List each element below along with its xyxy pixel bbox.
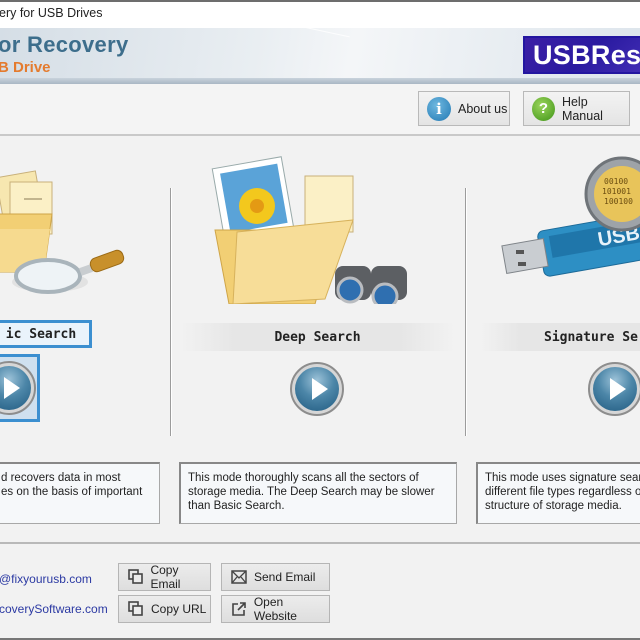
about-us-button[interactable]: i About us [418,91,510,126]
send-email-button[interactable]: Send Email [221,563,330,591]
title-bar: ery for USB Drives [0,0,640,28]
svg-text:101001: 101001 [602,187,631,196]
app-name: or Recovery [0,32,129,57]
support-email-link[interactable]: @fixyourusb.com [0,572,92,586]
copy-url-label: Copy URL [151,602,207,616]
recovery-modes-panel: USB 00100 101001 100100 ic Search Deep S… [0,136,640,540]
column-divider [170,188,171,436]
about-us-label: About us [458,101,508,116]
basic-search-description: d recovers data in most es on the basis … [0,462,160,524]
play-icon [593,367,637,411]
contact-footer: @fixyourusb.com coverySoftware.com Copy … [0,542,640,640]
deep-search-label: Deep Search [180,323,455,351]
window-title: ery for USB Drives [0,6,103,20]
signature-search-start-button[interactable] [588,362,640,416]
envelope-icon [230,569,248,585]
brand-logo: USBRes [523,36,640,74]
column-divider [465,188,466,436]
help-manual-label: Help Manual [561,94,603,123]
website-link[interactable]: coverySoftware.com [0,602,108,616]
folder-binoculars-icon [211,156,407,304]
external-link-icon [230,601,248,617]
help-icon: ? [532,96,555,121]
signature-search-label: Signature Se [480,323,640,351]
basic-search-label[interactable]: ic Search [0,320,92,348]
brand-logo-text: USBRes [533,40,640,70]
svg-text:100100: 100100 [604,197,633,206]
help-manual-button[interactable]: ? Help Manual [523,91,630,126]
copy-email-button[interactable]: Copy Email [118,563,211,591]
open-website-button[interactable]: Open Website [221,595,330,623]
copy-email-label: Copy Email [150,563,181,591]
svg-text:00100: 00100 [604,177,628,186]
signature-search-description: This mode uses signature searc different… [476,462,640,524]
open-website-label: Open Website [253,595,297,623]
deep-search-start-button[interactable] [290,362,344,416]
copy-url-button[interactable]: Copy URL [118,595,211,623]
copy-icon [127,601,145,617]
toolbar: i About us ? Help Manual [0,84,640,136]
folder-magnifier-icon [0,170,125,294]
deep-search-text: Deep Search [274,329,361,345]
app-banner: or Recovery B Drive USBRes [0,28,640,84]
play-icon [295,367,339,411]
usb-drive-icon: USB 00100 101001 100100 [501,156,640,277]
copy-icon [127,569,144,585]
basic-search-text: ic Search [5,326,77,342]
play-icon [0,366,31,410]
send-email-label: Send Email [254,570,316,584]
signature-search-text: Signature Se [544,329,638,345]
info-icon: i [427,96,451,121]
deep-search-description: This mode thoroughly scans all the secto… [179,462,457,524]
app-subtitle: B Drive [0,59,51,76]
